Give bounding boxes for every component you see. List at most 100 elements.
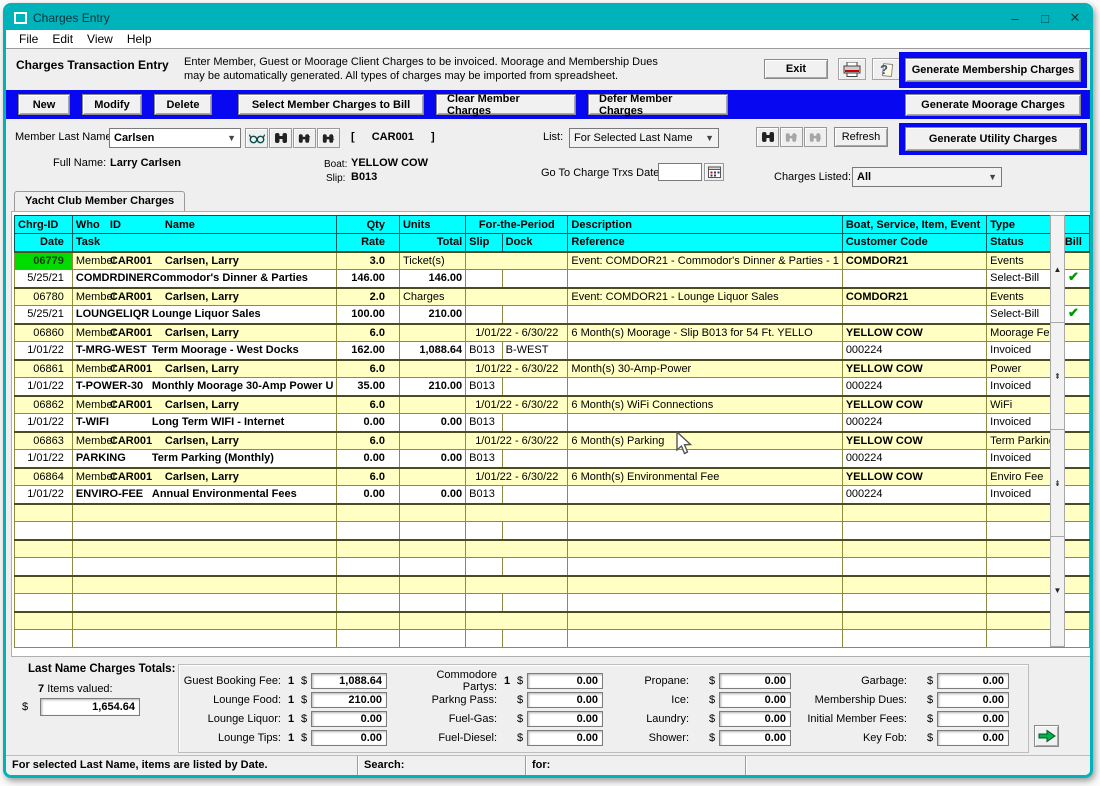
totals-dollar: $: [513, 694, 527, 706]
status-extra: [746, 756, 1090, 775]
charge-row-line1[interactable]: 06860MemberCAR001Carlsen, Larry6.01/01/2…: [15, 324, 1090, 342]
empty-row-line1[interactable]: [15, 576, 1090, 594]
totals-dollar: $: [923, 732, 937, 744]
grid-cell: [842, 270, 986, 288]
grid-cell: 162.00: [337, 342, 400, 360]
status-for-label: for:: [526, 756, 746, 775]
empty-row-line2[interactable]: [15, 522, 1090, 540]
totals-row: Commodore Partys:1$0.00: [401, 671, 603, 690]
totals-row: Fuel-Gas:$0.00: [401, 709, 603, 728]
grid-cell: [502, 522, 568, 540]
export-totals-button[interactable]: [1034, 725, 1059, 747]
scroll-up-icon[interactable]: ▲: [1051, 216, 1064, 323]
grid-cell: [842, 306, 986, 324]
member-last-name-combo[interactable]: Carlsen▼: [109, 128, 241, 148]
delete-button[interactable]: Delete: [154, 94, 212, 115]
grid-cell: 6 Month(s) Moorage - Slip B013 for 54 Ft…: [568, 324, 842, 342]
minimize-button[interactable]: –: [1000, 6, 1030, 30]
help-button[interactable]: ?: [872, 58, 900, 80]
lookup-button[interactable]: [245, 128, 268, 148]
charge-row-line2[interactable]: 1/01/22T-MRG-WESTTerm Moorage - West Doc…: [15, 342, 1090, 360]
empty-row-line2[interactable]: [15, 558, 1090, 576]
header-band: Charges Transaction Entry Enter Member, …: [6, 50, 1090, 90]
totals-value: 1,088.64: [311, 673, 387, 689]
menu-help[interactable]: Help: [120, 30, 159, 48]
charge-row-line1[interactable]: 06863MemberCAR001Carlsen, Larry6.01/01/2…: [15, 432, 1090, 450]
defer-member-charges-button[interactable]: Defer Member Charges: [588, 94, 728, 115]
grid-cell: [15, 504, 73, 522]
totals-value: 0.00: [311, 730, 387, 746]
charge-row-line2[interactable]: 1/01/22T-POWER-30Monthly Moorage 30-Amp …: [15, 378, 1090, 396]
menu-file[interactable]: File: [12, 30, 45, 48]
grid-cell: [568, 576, 842, 594]
list-find-previous-button[interactable]: ↑: [780, 127, 803, 147]
empty-row-line1[interactable]: [15, 540, 1090, 558]
charge-row-line2[interactable]: 1/01/22T-WIFILong Term WIFI - Internet0.…: [15, 414, 1090, 432]
generate-utility-button[interactable]: Generate Utility Charges: [905, 127, 1081, 151]
maximize-button[interactable]: □: [1030, 6, 1060, 30]
charge-row-line2[interactable]: 1/01/22PARKINGTerm Parking (Monthly)0.00…: [15, 450, 1090, 468]
grid-cell: [466, 504, 568, 522]
charges-grid-panel: Chrg-ID WhoIDName Qty Units For-the-Peri…: [11, 211, 1091, 657]
print-button[interactable]: [838, 58, 866, 80]
charge-row-line2[interactable]: 5/25/21COMDRDINERCommodor's Dinner & Par…: [15, 270, 1090, 288]
find-next-button[interactable]: ↓: [317, 128, 340, 148]
list-find-next-button[interactable]: ↓: [804, 127, 827, 147]
page-description: Enter Member, Guest or Moorage Client Ch…: [184, 55, 658, 83]
grid-cell: 6.0: [337, 432, 400, 450]
grid-cell: [399, 594, 465, 612]
totals-label: Commodore Partys:: [401, 669, 501, 693]
charge-row-line2[interactable]: 5/25/21LOUNGELIQRLounge Liquor Sales100.…: [15, 306, 1090, 324]
grid-cell: [399, 504, 465, 522]
grid-cell: [15, 612, 73, 630]
grid-cell: [568, 378, 842, 396]
close-button[interactable]: ✕: [1060, 6, 1090, 30]
grid-cell: Select-Bill: [987, 270, 1058, 288]
grid-cell: [466, 306, 502, 324]
totals-title: Last Name Charges Totals:: [28, 663, 175, 675]
menu-view[interactable]: View: [80, 30, 120, 48]
grid-cell: 210.00: [399, 306, 465, 324]
totals-count: 1: [285, 675, 297, 687]
empty-row-line2[interactable]: [15, 594, 1090, 612]
select-member-charges-button[interactable]: Select Member Charges to Bill: [238, 94, 424, 115]
goto-date-input[interactable]: [658, 163, 702, 181]
scroll-page-up-icon[interactable]: ⇞: [1051, 323, 1064, 430]
charge-row-line1[interactable]: 06864MemberCAR001Carlsen, Larry6.01/01/2…: [15, 468, 1090, 486]
menu-edit[interactable]: Edit: [45, 30, 80, 48]
clear-member-charges-button[interactable]: Clear Member Charges: [436, 94, 576, 115]
generate-moorage-button[interactable]: Generate Moorage Charges: [905, 94, 1081, 116]
grid-cell: [987, 612, 1090, 630]
calendar-button[interactable]: [704, 163, 724, 181]
exit-button[interactable]: Exit: [764, 59, 828, 79]
totals-row: Key Fob:$0.00: [805, 728, 1009, 747]
list-combo[interactable]: For Selected Last Name▼: [569, 128, 719, 148]
charge-row-line1[interactable]: 06862MemberCAR001Carlsen, Larry6.01/01/2…: [15, 396, 1090, 414]
empty-row-line1[interactable]: [15, 504, 1090, 522]
scroll-down-icon[interactable]: ▼: [1051, 537, 1064, 644]
charge-row-line1[interactable]: 06780MemberCAR001Carlsen, Larry2.0Charge…: [15, 288, 1090, 306]
empty-row-line1[interactable]: [15, 612, 1090, 630]
scroll-page-down-icon[interactable]: ⇟: [1051, 430, 1064, 537]
charge-row-line2[interactable]: 1/01/22ENVIRO-FEEAnnual Environmental Fe…: [15, 486, 1090, 504]
tab-yacht-club-member-charges[interactable]: Yacht Club Member Charges: [14, 191, 185, 211]
list-find-button[interactable]: [756, 127, 779, 147]
totals-value: 0.00: [719, 730, 791, 746]
binoculars-icon: [761, 131, 775, 143]
totals-label: Propane:: [617, 675, 693, 687]
find-button[interactable]: [269, 128, 292, 148]
charge-row-line1[interactable]: 06779MemberCAR001Carlsen, Larry3.0Ticket…: [15, 252, 1090, 270]
find-previous-button[interactable]: ↑: [293, 128, 316, 148]
charges-listed-combo[interactable]: All▼: [852, 167, 1002, 187]
totals-value: 0.00: [527, 692, 603, 708]
new-button[interactable]: New: [18, 94, 70, 115]
grid-cell: COMDOR21: [842, 252, 986, 270]
empty-row-line2[interactable]: [15, 630, 1090, 648]
charge-row-line1[interactable]: 06861MemberCAR001Carlsen, Larry6.01/01/2…: [15, 360, 1090, 378]
generate-membership-button[interactable]: Generate Membership Charges: [905, 58, 1081, 82]
grid-cell: [15, 576, 73, 594]
grid-scrollbar[interactable]: ▲ ⇞ ⇟ ▼: [1050, 215, 1065, 647]
modify-button[interactable]: Modify: [82, 94, 142, 115]
grid-cell: T-POWER-30Monthly Moorage 30-Amp Power U: [72, 378, 337, 396]
refresh-button[interactable]: Refresh: [834, 127, 888, 147]
